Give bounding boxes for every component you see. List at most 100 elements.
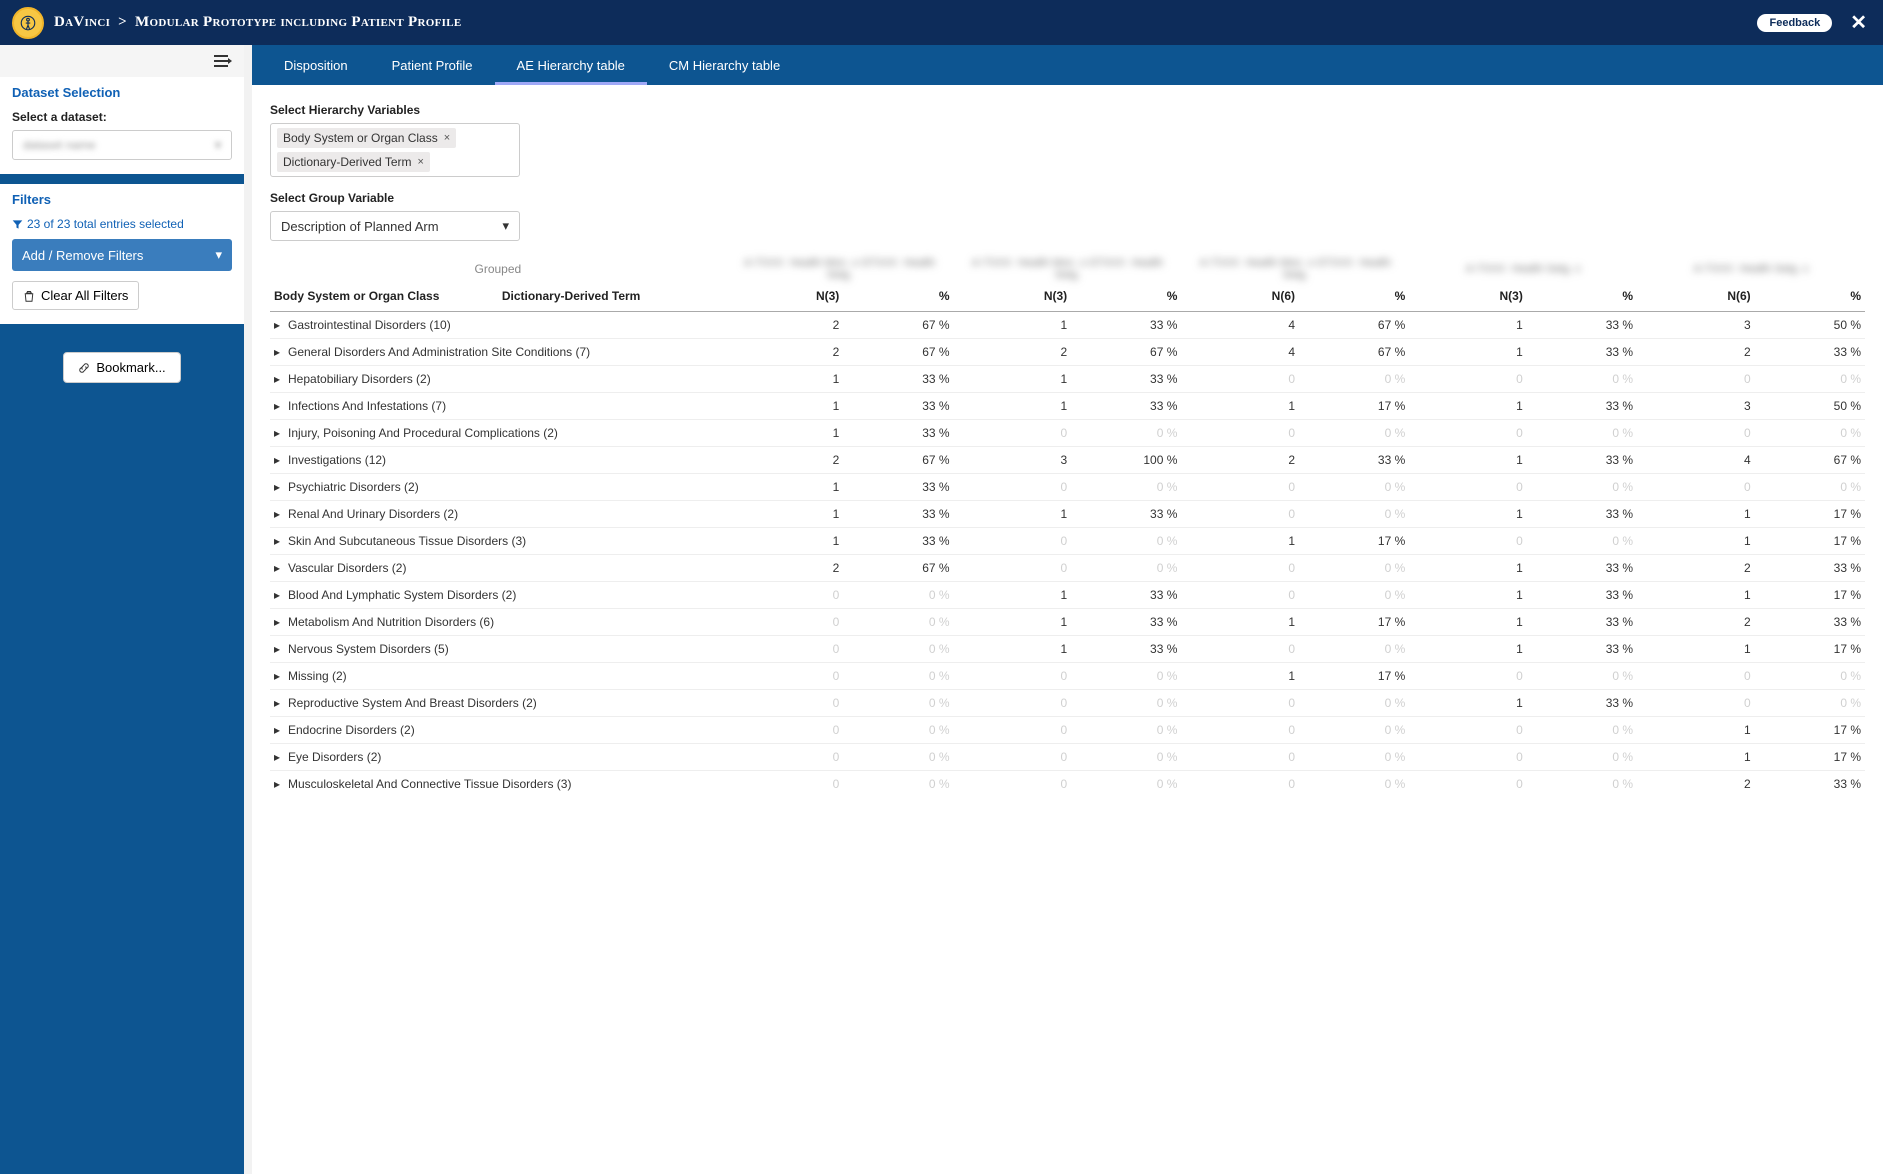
pct-cell: 17 % [1299, 393, 1409, 420]
n-cell: 0 [1181, 501, 1299, 528]
filter-summary-text: 23 of 23 total entries selected [27, 217, 184, 231]
n-cell: 1 [954, 609, 1072, 636]
n-cell: 4 [1637, 447, 1755, 474]
tab-patient-profile[interactable]: Patient Profile [370, 45, 495, 85]
add-remove-filters-button[interactable]: Add / Remove Filters ▾ [12, 239, 232, 271]
pct-column-header-4[interactable]: % [1527, 283, 1637, 312]
tab-cm-hierarchy-table[interactable]: CM Hierarchy table [647, 45, 802, 85]
pct-cell: 33 % [843, 474, 953, 501]
pct-cell: 0 % [1755, 663, 1865, 690]
pct-cell: 0 % [1527, 366, 1637, 393]
pct-column-header-5[interactable]: % [1755, 283, 1865, 312]
hierarchy-variables-input[interactable]: Body System or Organ Class×Dictionary-De… [270, 123, 520, 177]
dataset-select[interactable]: dataset name ▾ [12, 130, 232, 160]
pct-cell: 0 % [843, 663, 953, 690]
expand-icon[interactable]: ▸ [274, 642, 284, 656]
pct-column-header-1[interactable]: % [843, 283, 953, 312]
pct-cell: 0 % [1755, 366, 1865, 393]
soc-label: Injury, Poisoning And Procedural Complic… [288, 426, 558, 440]
breadcrumb-app[interactable]: DaVinci [54, 14, 110, 31]
n-cell: 0 [726, 636, 844, 663]
pct-column-header-2[interactable]: % [1071, 283, 1181, 312]
n-column-header-4[interactable]: N(3) [1409, 283, 1527, 312]
pct-cell: 0 % [1527, 744, 1637, 771]
expand-icon[interactable]: ▸ [274, 777, 284, 791]
n-cell: 0 [1181, 582, 1299, 609]
pct-cell: 0 % [1071, 717, 1181, 744]
table-row: ▸Blood And Lymphatic System Disorders (2… [270, 582, 1865, 609]
n-cell: 0 [1181, 744, 1299, 771]
n-cell: 1 [726, 528, 844, 555]
expand-icon[interactable]: ▸ [274, 696, 284, 710]
pct-cell: 17 % [1755, 717, 1865, 744]
expand-icon[interactable]: ▸ [274, 723, 284, 737]
pct-cell: 33 % [1755, 609, 1865, 636]
clear-all-filters-button[interactable]: Clear All Filters [12, 281, 139, 310]
ddt-column-header[interactable]: Dictionary-Derived Term [498, 283, 726, 312]
n-cell: 1 [954, 366, 1072, 393]
pct-cell: 0 % [1071, 555, 1181, 582]
expand-icon[interactable]: ▸ [274, 615, 284, 629]
expand-icon[interactable]: ▸ [274, 426, 284, 440]
tab-ae-hierarchy-table[interactable]: AE Hierarchy table [495, 45, 647, 85]
n-cell: 0 [954, 690, 1072, 717]
pct-cell: 33 % [843, 393, 953, 420]
soc-cell: ▸ Renal And Urinary Disorders (2) [270, 501, 726, 528]
n-cell: 0 [1409, 528, 1527, 555]
soc-label: Eye Disorders (2) [288, 750, 381, 764]
n-cell: 1 [1409, 582, 1527, 609]
pct-column-header-3[interactable]: % [1299, 283, 1409, 312]
soc-cell: ▸Skin And Subcutaneous Tissue Disorders … [270, 528, 726, 555]
expand-icon[interactable]: ▸ [274, 561, 284, 575]
soc-cell: ▸Infections And Infestations (7) [270, 393, 726, 420]
n-cell: 1 [1181, 609, 1299, 636]
n-cell: 1 [1409, 636, 1527, 663]
pct-cell: 0 % [1527, 771, 1637, 798]
soc-label: Investigations (12) [288, 453, 386, 467]
expand-icon[interactable]: ▸ [274, 318, 284, 332]
n-cell: 1 [1409, 609, 1527, 636]
expand-icon[interactable]: ▸ [274, 372, 284, 386]
n-column-header-5[interactable]: N(6) [1637, 283, 1755, 312]
n-cell: 3 [1637, 312, 1755, 339]
sidebar-collapse-button[interactable] [0, 45, 244, 77]
soc-column-header[interactable]: Body System or Organ Class [270, 283, 498, 312]
expand-icon[interactable]: ▸ [274, 669, 284, 683]
expand-icon[interactable]: ▸ [274, 507, 284, 521]
soc-label: Renal And Urinary Disorders (2) [288, 507, 458, 521]
n-column-header-3[interactable]: N(6) [1181, 283, 1299, 312]
expand-icon[interactable]: ▸ [274, 399, 284, 413]
n-column-header-1[interactable]: N(3) [726, 283, 844, 312]
expand-icon[interactable]: ▸ [274, 750, 284, 764]
pct-cell: 33 % [1755, 771, 1865, 798]
pct-cell: 67 % [1299, 339, 1409, 366]
expand-icon[interactable]: ▸ [274, 345, 284, 359]
table-row: ▸General Disorders And Administration Si… [270, 339, 1865, 366]
n-cell: 0 [1409, 717, 1527, 744]
chip-remove-icon[interactable]: × [444, 132, 450, 144]
close-icon[interactable]: ✕ [1846, 10, 1871, 35]
n-cell: 0 [726, 609, 844, 636]
expand-icon[interactable]: ▸ [274, 453, 284, 467]
table-row: ▸Nervous System Disorders (5)00 %133 %00… [270, 636, 1865, 663]
chip-remove-icon[interactable]: × [417, 156, 423, 168]
group-variable-select[interactable]: Description of Planned Arm ▾ [270, 211, 520, 241]
n-column-header-2[interactable]: N(3) [954, 283, 1072, 312]
pct-cell: 0 % [843, 717, 953, 744]
feedback-button[interactable]: Feedback [1757, 14, 1832, 32]
expand-icon[interactable]: ▸ [274, 588, 284, 602]
tab-disposition[interactable]: Disposition [262, 45, 370, 85]
n-cell: 1 [1181, 393, 1299, 420]
expand-icon[interactable]: ▸ [274, 480, 284, 494]
table-row: ▸Endocrine Disorders (2)00 %00 %00 %00 %… [270, 717, 1865, 744]
n-cell: 0 [954, 663, 1072, 690]
bookmark-button[interactable]: Bookmark... [63, 352, 180, 383]
n-cell: 0 [1181, 690, 1299, 717]
expand-icon[interactable]: ▸ [274, 534, 284, 548]
n-cell: 2 [1181, 447, 1299, 474]
n-cell: 0 [1637, 420, 1755, 447]
pct-cell: 17 % [1755, 528, 1865, 555]
soc-label: Musculoskeletal And Connective Tissue Di… [288, 777, 571, 791]
n-cell: 2 [1637, 555, 1755, 582]
table-row: ▸Eye Disorders (2)00 %00 %00 %00 %117 % [270, 744, 1865, 771]
